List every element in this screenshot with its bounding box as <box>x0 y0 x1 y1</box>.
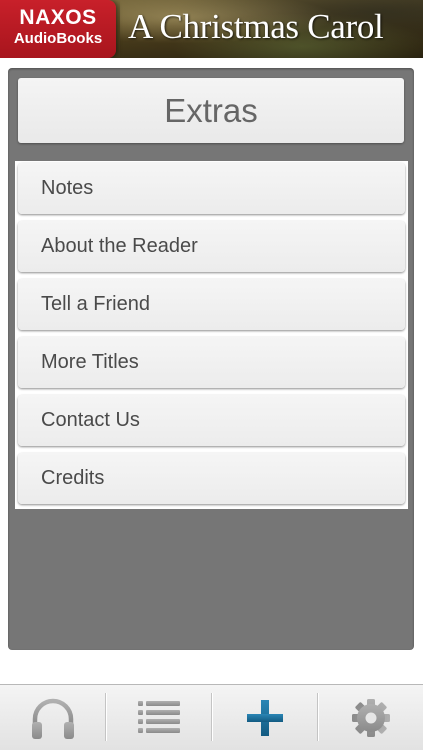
menu-item-label: Credits <box>41 467 105 489</box>
menu-item-label: More Titles <box>41 351 139 373</box>
plus-icon <box>246 699 283 736</box>
list-icon <box>137 700 180 733</box>
logo-line1: NAXOS <box>19 6 97 29</box>
tab-extras[interactable] <box>212 685 317 750</box>
tab-chapters[interactable] <box>106 685 211 750</box>
headphones-icon <box>31 698 74 739</box>
menu-item-credits[interactable]: Credits <box>18 453 405 504</box>
menu-item-more-titles[interactable]: More Titles <box>18 337 405 388</box>
menu-item-contact-us[interactable]: Contact Us <box>18 395 405 446</box>
menu-item-tell-a-friend[interactable]: Tell a Friend <box>18 279 405 330</box>
tab-player[interactable] <box>0 685 105 750</box>
menu-item-label: Notes <box>41 177 94 199</box>
bottom-tab-bar <box>0 684 423 750</box>
book-title: A Christmas Carol <box>128 7 384 46</box>
extras-panel: Extras Notes About the Reader Tell a Fri… <box>8 68 414 650</box>
logo-line2: AudioBooks <box>13 30 103 47</box>
tab-settings[interactable] <box>318 685 423 750</box>
header-banner: NAXOS AudioBooks A Christmas Carol <box>0 0 423 58</box>
extras-menu: Notes About the Reader Tell a Friend Mor… <box>15 161 408 509</box>
menu-item-notes[interactable]: Notes <box>18 163 405 214</box>
menu-item-label: Tell a Friend <box>41 293 150 315</box>
menu-item-label: Contact Us <box>41 409 140 431</box>
menu-item-label: About the Reader <box>41 235 198 257</box>
extras-title: Extras <box>18 78 404 143</box>
gear-icon <box>351 698 390 737</box>
menu-item-about-the-reader[interactable]: About the Reader <box>18 221 405 272</box>
naxos-logo: NAXOS AudioBooks <box>0 0 116 58</box>
